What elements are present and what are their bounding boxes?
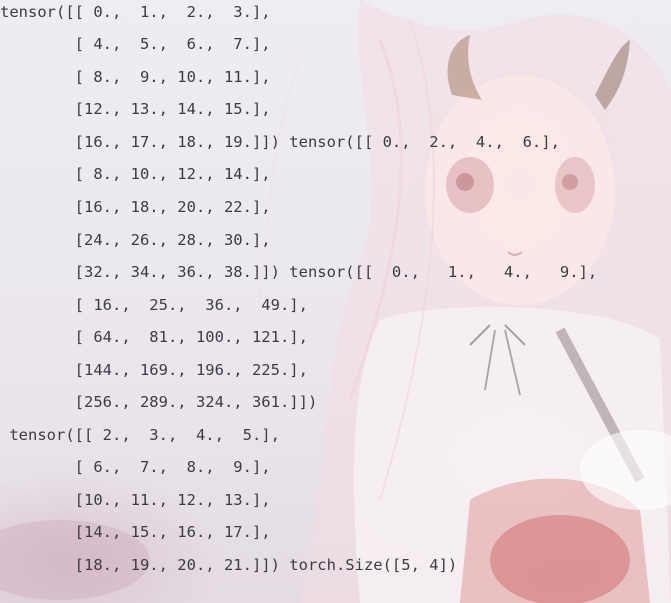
output-line: [256., 289., 324., 361.]]): [0, 393, 318, 411]
output-line: [14., 15., 16., 17.],: [0, 523, 271, 541]
output-line: [ 8., 10., 12., 14.],: [0, 165, 271, 183]
output-line: [18., 19., 20., 21.]]) torch.Size([5, 4]…: [0, 556, 458, 574]
output-line: [16., 17., 18., 19.]]) tensor([[ 0., 2.,…: [0, 133, 560, 151]
output-line: tensor([[ 0., 1., 2., 3.],: [0, 3, 271, 21]
output-line: [12., 13., 14., 15.],: [0, 100, 271, 118]
output-line: [10., 11., 12., 13.],: [0, 491, 271, 509]
output-line: [ 8., 9., 10., 11.],: [0, 68, 271, 86]
output-line: [144., 169., 196., 225.],: [0, 361, 308, 379]
output-line: [ 6., 7., 8., 9.],: [0, 458, 271, 476]
output-line: [ 4., 5., 6., 7.],: [0, 35, 271, 53]
output-line: [16., 18., 20., 22.],: [0, 198, 271, 216]
output-line: [32., 34., 36., 38.]]) tensor([[ 0., 1.,…: [0, 263, 598, 281]
console-output: tensor([[ 0., 1., 2., 3.], [ 4., 5., 6.,…: [0, 0, 671, 603]
output-line: [ 16., 25., 36., 49.],: [0, 296, 308, 314]
output-line: tensor([[ 2., 3., 4., 5.],: [0, 426, 280, 444]
output-line: [24., 26., 28., 30.],: [0, 231, 271, 249]
output-line: [ 64., 81., 100., 121.],: [0, 328, 308, 346]
